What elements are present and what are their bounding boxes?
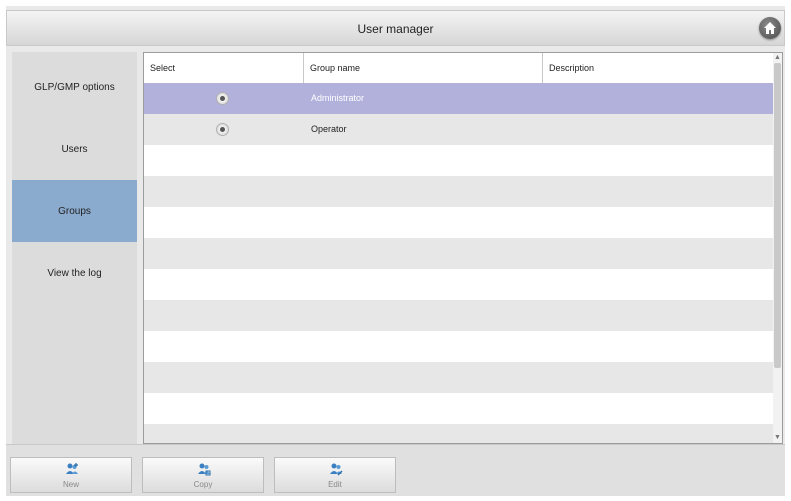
- vertical-scrollbar[interactable]: ▲ ▼: [773, 53, 782, 443]
- edit-group-icon: [330, 463, 343, 476]
- column-header-select[interactable]: Select: [144, 53, 304, 83]
- new-button[interactable]: New: [10, 457, 132, 493]
- sidebar-item-glp-gmp-options[interactable]: GLP/GMP options: [12, 56, 137, 118]
- empty-row: [144, 207, 774, 238]
- home-icon: [764, 22, 776, 34]
- new-group-icon: [66, 463, 78, 474]
- edit-button[interactable]: Edit: [274, 457, 396, 493]
- sidebar-item-label: Users: [61, 143, 88, 155]
- table-row[interactable]: Administrator: [144, 83, 774, 114]
- sidebar-item-groups[interactable]: Groups: [12, 180, 137, 242]
- table-row[interactable]: Operator: [144, 114, 774, 145]
- groups-table: Select Group name Description Administra…: [143, 52, 783, 444]
- scroll-down-icon[interactable]: ▼: [773, 433, 782, 443]
- select-radio[interactable]: [216, 92, 229, 105]
- empty-row: [144, 300, 774, 331]
- empty-row: [144, 393, 774, 424]
- copy-button-label: Copy: [193, 480, 213, 489]
- empty-row: [144, 331, 774, 362]
- user-manager-window: User manager GLP/GMP options Users Group…: [6, 6, 785, 496]
- copy-group-icon: [198, 463, 211, 476]
- empty-row: [144, 145, 774, 176]
- home-button[interactable]: [759, 17, 781, 39]
- sidebar-item-label: Groups: [58, 205, 91, 217]
- sidebar-item-users[interactable]: Users: [12, 118, 137, 180]
- window-title: User manager: [357, 22, 434, 36]
- edit-button-label: Edit: [328, 480, 342, 489]
- group-name-cell: Operator: [311, 124, 347, 134]
- sidebar-item-view-log[interactable]: View the log: [12, 242, 137, 304]
- empty-row: [144, 424, 774, 443]
- copy-button[interactable]: Copy: [142, 457, 264, 493]
- title-bar: User manager: [6, 10, 785, 46]
- empty-row: [144, 238, 774, 269]
- column-header-description[interactable]: Description: [543, 53, 774, 83]
- bottom-toolbar: New Copy Edit: [6, 444, 785, 496]
- empty-row: [144, 176, 774, 207]
- scroll-up-icon[interactable]: ▲: [773, 53, 782, 63]
- empty-row: [144, 362, 774, 393]
- column-header-group-name[interactable]: Group name: [304, 53, 543, 83]
- sidebar-item-label: GLP/GMP options: [34, 81, 115, 93]
- sidebar: GLP/GMP options Users Groups View the lo…: [12, 52, 137, 444]
- sidebar-item-label: View the log: [47, 267, 102, 279]
- empty-row: [144, 269, 774, 300]
- new-button-label: New: [62, 480, 79, 489]
- select-radio[interactable]: [216, 123, 229, 136]
- scroll-thumb[interactable]: [774, 63, 781, 368]
- table-header: Select Group name Description: [144, 53, 774, 83]
- group-name-cell: Administrator: [311, 93, 365, 103]
